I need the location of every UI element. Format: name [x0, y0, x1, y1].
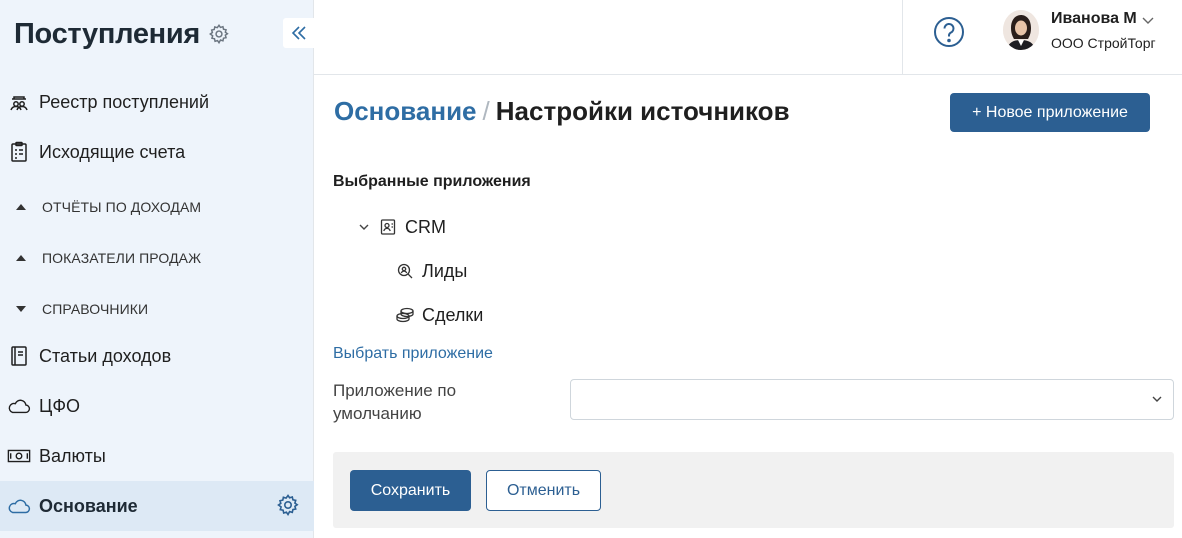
breadcrumb: Основание / Настройки источников: [334, 96, 790, 127]
collapse-sidebar-button[interactable]: [283, 18, 315, 48]
chevron-down-icon[interactable]: [1141, 15, 1155, 25]
sidebar-item-registry[interactable]: Реестр поступлений: [0, 78, 314, 126]
form-footer: Сохранить Отменить: [333, 452, 1174, 528]
tree-item-label: CRM: [405, 216, 446, 237]
cloud-icon: [7, 494, 31, 518]
coins-stack-icon: [395, 305, 415, 325]
sidebar-item-income-articles[interactable]: Статьи доходов: [0, 332, 314, 380]
user-area: Иванова М ООО СтройТорг: [902, 0, 1182, 75]
sidebar-item-cfo[interactable]: ЦФО: [0, 382, 314, 430]
tree-item-deals[interactable]: Сделки: [395, 303, 483, 327]
sidebar-section-label: ПОКАЗАТЕЛИ ПРОДАЖ: [42, 250, 202, 266]
cancel-button[interactable]: Отменить: [486, 470, 601, 511]
user-company: ООО СтройТорг: [1051, 35, 1156, 51]
user-name[interactable]: Иванова М: [1051, 10, 1137, 28]
sidebar-section-label: СПРАВОЧНИКИ: [42, 301, 149, 317]
breadcrumb-separator: /: [482, 96, 490, 126]
sidebar-item-currencies[interactable]: Валюты: [0, 432, 314, 480]
page-title: Настройки источников: [495, 96, 790, 126]
chevron-down-icon[interactable]: [358, 222, 370, 232]
sidebar-item-basis[interactable]: Основание: [0, 481, 314, 531]
sidebar-item-label: Основание: [39, 495, 138, 516]
avatar[interactable]: [1003, 10, 1039, 50]
help-icon[interactable]: [933, 16, 965, 48]
choose-app-link[interactable]: Выбрать приложение: [333, 345, 493, 363]
sidebar-header: Поступления: [14, 14, 230, 54]
app-title: Поступления: [14, 17, 201, 50]
top-bar: Иванова М ООО СтройТорг: [314, 0, 1182, 75]
clipboard-list-icon: [7, 140, 31, 164]
tree-item-crm[interactable]: CRM: [358, 215, 446, 239]
search-person-icon: [395, 261, 415, 281]
tree-item-label: Лиды: [422, 260, 468, 281]
selected-apps-label: Выбранные приложения: [333, 173, 531, 190]
cloud-icon: [7, 394, 31, 418]
contact-card-icon: [378, 217, 398, 237]
sidebar-item-label: Реестр поступлений: [39, 91, 210, 112]
sidebar-section-label: ОТЧЁТЫ ПО ДОХОДАМ: [42, 199, 202, 215]
book-icon: [7, 344, 31, 368]
banknote-icon: [7, 444, 31, 468]
save-button[interactable]: Сохранить: [350, 470, 471, 511]
gear-icon[interactable]: [276, 493, 300, 517]
new-app-button[interactable]: + Новое приложение: [950, 93, 1150, 132]
sidebar: Поступления Реестр поступлений Исходящие…: [0, 0, 315, 538]
sidebar-item-label: ЦФО: [39, 395, 81, 416]
sidebar-item-label: Статьи доходов: [39, 345, 172, 366]
sidebar-section-sales-indicators[interactable]: ПОКАЗАТЕЛИ ПРОДАЖ: [0, 240, 314, 276]
sidebar-section-directories[interactable]: СПРАВОЧНИКИ: [0, 291, 314, 327]
triangle-up-icon: [14, 251, 28, 265]
tree-item-label: Сделки: [422, 304, 484, 325]
default-app-select[interactable]: [570, 379, 1174, 420]
chevron-down-icon: [1152, 396, 1162, 402]
sidebar-item-label: Валюты: [39, 445, 106, 466]
breadcrumb-parent-link[interactable]: Основание: [334, 96, 477, 126]
people-group-icon: [7, 90, 31, 114]
gear-icon[interactable]: [208, 23, 230, 45]
double-chevron-left-icon: [291, 26, 306, 40]
default-app-label: Приложение по умолчанию: [333, 381, 457, 423]
sidebar-section-income-reports[interactable]: ОТЧЁТЫ ПО ДОХОДАМ: [0, 189, 314, 225]
sidebar-item-label: Исходящие счета: [39, 141, 186, 162]
triangle-up-icon: [14, 200, 28, 214]
tree-item-leads[interactable]: Лиды: [395, 259, 467, 283]
triangle-down-icon: [14, 302, 28, 316]
sidebar-item-outgoing-invoices[interactable]: Исходящие счета: [0, 128, 314, 176]
